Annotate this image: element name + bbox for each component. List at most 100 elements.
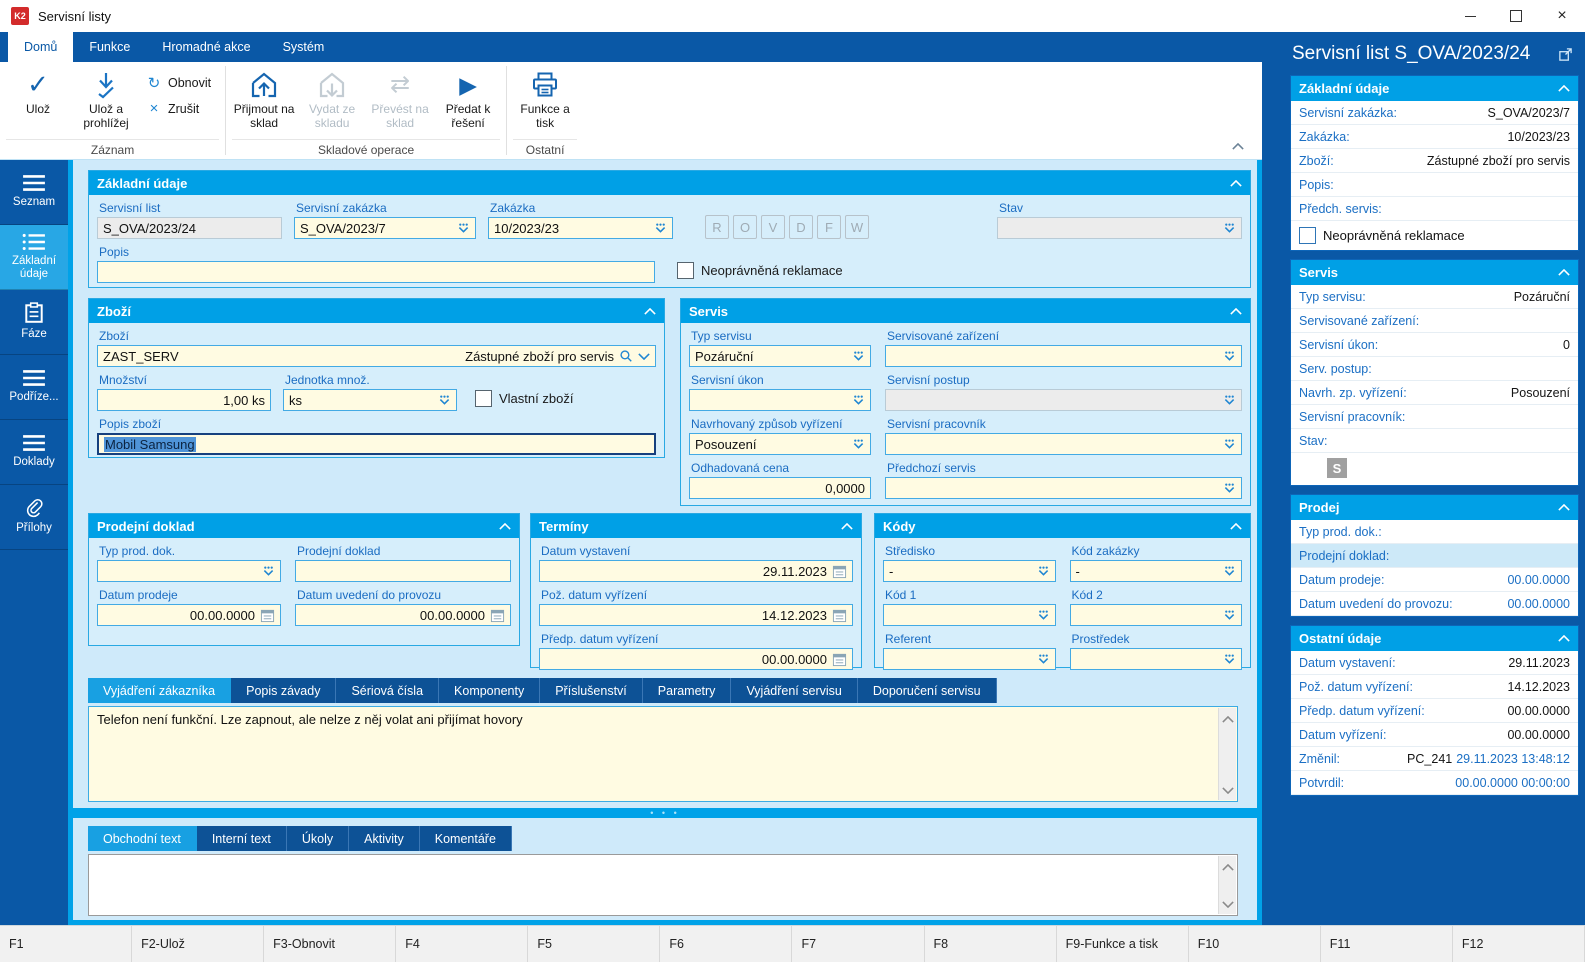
- chevron-up-icon[interactable]: [1558, 504, 1570, 511]
- fkey-f2[interactable]: F2-Ulož: [132, 926, 264, 962]
- chevron-up-icon[interactable]: [1230, 180, 1242, 187]
- dropdown-icon[interactable]: [438, 395, 451, 406]
- horizontal-splitter[interactable]: • • •: [73, 808, 1257, 818]
- sidebar-item-seznam[interactable]: Seznam: [0, 160, 68, 225]
- fkey-f3[interactable]: F3-Obnovit: [264, 926, 396, 962]
- scroll-down-icon[interactable]: [1222, 782, 1234, 797]
- goods-field[interactable]: ZAST_SERV Zástupné zboží pro servis: [97, 345, 656, 367]
- code2-field[interactable]: [1070, 604, 1243, 626]
- handover-button[interactable]: ▶ Předat k řešení: [434, 64, 502, 139]
- sale-date-field[interactable]: 00.00.0000: [97, 604, 281, 626]
- dropdown-icon[interactable]: [1037, 654, 1050, 665]
- sidebar-item-faze[interactable]: Fáze: [0, 290, 68, 355]
- scroll-up-icon[interactable]: [1222, 711, 1234, 726]
- service-procedure-field[interactable]: [885, 389, 1242, 411]
- serviced-device-field[interactable]: [885, 345, 1242, 367]
- fkey-f1[interactable]: F1: [0, 926, 132, 962]
- quantity-field[interactable]: 1,00 ks: [97, 389, 271, 411]
- service-worker-field[interactable]: [885, 433, 1242, 455]
- service-type-field[interactable]: Pozáruční: [689, 345, 871, 367]
- fkey-f10[interactable]: F10: [1189, 926, 1321, 962]
- chevron-down-icon[interactable]: [638, 353, 650, 360]
- operation-date-field[interactable]: 00.00.0000: [295, 604, 511, 626]
- sidebar-item-zakladni-udaje[interactable]: Základní údaje: [0, 225, 68, 290]
- previous-service-field[interactable]: [885, 477, 1242, 499]
- sales-doc-field[interactable]: [295, 560, 511, 582]
- fkey-f7[interactable]: F7: [792, 926, 924, 962]
- service-task-field[interactable]: [689, 389, 871, 411]
- open-in-window-icon[interactable]: [1558, 47, 1573, 62]
- referent-field[interactable]: [883, 648, 1056, 670]
- dropdown-icon[interactable]: [1223, 351, 1236, 362]
- search-icon[interactable]: [619, 349, 633, 363]
- business-text-textarea[interactable]: [88, 854, 1238, 916]
- calendar-icon[interactable]: [490, 608, 505, 623]
- fkey-f12[interactable]: F12: [1453, 926, 1585, 962]
- chevron-up-icon[interactable]: [841, 523, 853, 530]
- dropdown-icon[interactable]: [1037, 566, 1050, 577]
- dropdown-icon[interactable]: [852, 395, 865, 406]
- textarea-scrollbar[interactable]: [1218, 708, 1236, 800]
- ribbon-tab-system[interactable]: Systém: [267, 32, 341, 62]
- functions-print-button[interactable]: Funkce a tisk: [511, 64, 579, 139]
- order-code-field[interactable]: -: [1070, 560, 1243, 582]
- save-button[interactable]: ✓ Ulož: [4, 64, 72, 139]
- tab-interni-text[interactable]: Interní text: [197, 826, 287, 851]
- refresh-button[interactable]: ↻ Obnovit: [146, 74, 211, 92]
- sidebar-item-doklady[interactable]: Doklady: [0, 420, 68, 485]
- dropdown-icon[interactable]: [852, 351, 865, 362]
- dropdown-icon[interactable]: [1223, 439, 1236, 450]
- chevron-up-icon[interactable]: [644, 308, 656, 315]
- tab-doporuceni-servisu[interactable]: Doporučení servisu: [858, 678, 997, 703]
- unit-field[interactable]: ks: [283, 389, 457, 411]
- service-sheet-field[interactable]: S_OVA/2023/24: [97, 217, 282, 239]
- ribbon-tab-funkce[interactable]: Funkce: [73, 32, 146, 62]
- ribbon-collapse-icon[interactable]: [1232, 138, 1244, 153]
- tab-obchodni-text[interactable]: Obchodní text: [88, 826, 197, 851]
- chevron-up-icon[interactable]: [499, 523, 511, 530]
- scroll-up-icon[interactable]: [1222, 859, 1234, 874]
- chevron-up-icon[interactable]: [1230, 308, 1242, 315]
- dropdown-icon[interactable]: [852, 439, 865, 450]
- chevron-up-icon[interactable]: [1558, 635, 1570, 642]
- dropdown-icon[interactable]: [1223, 610, 1236, 621]
- dropdown-icon[interactable]: [1223, 654, 1236, 665]
- dropdown-icon[interactable]: [262, 566, 275, 577]
- goods-description-field[interactable]: Mobil Samsung: [97, 433, 656, 455]
- fkey-f8[interactable]: F8: [925, 926, 1057, 962]
- description-field[interactable]: [97, 261, 655, 283]
- dropdown-icon[interactable]: [1223, 395, 1236, 406]
- sidebar-item-prilohy[interactable]: Přílohy: [0, 485, 68, 550]
- dropdown-icon[interactable]: [1223, 223, 1236, 234]
- tab-ukoly[interactable]: Úkoly: [287, 826, 349, 851]
- dropdown-icon[interactable]: [1223, 483, 1236, 494]
- estimated-date-field[interactable]: 00.00.0000: [539, 648, 853, 670]
- minimize-button[interactable]: [1447, 0, 1493, 32]
- tab-parametry[interactable]: Parametry: [643, 678, 732, 703]
- maximize-button[interactable]: [1493, 0, 1539, 32]
- customer-statement-textarea[interactable]: Telefon není funkční. Lze zapnout, ale n…: [88, 706, 1238, 802]
- sales-doc-type-field[interactable]: [97, 560, 281, 582]
- chevron-up-icon[interactable]: [1558, 85, 1570, 92]
- dropdown-icon[interactable]: [1223, 566, 1236, 577]
- resource-field[interactable]: [1070, 648, 1243, 670]
- fkey-f11[interactable]: F11: [1321, 926, 1453, 962]
- transfer-to-stock-button[interactable]: ⇄ Převést na sklad: [366, 64, 434, 139]
- calendar-icon[interactable]: [832, 652, 847, 667]
- save-and-view-button[interactable]: Ulož a prohlížej: [72, 64, 140, 139]
- code1-field[interactable]: [883, 604, 1056, 626]
- estimated-price-field[interactable]: 0,0000: [689, 477, 871, 499]
- own-goods-checkbox[interactable]: [475, 390, 492, 407]
- proposed-resolution-field[interactable]: Posouzení: [689, 433, 871, 455]
- tab-vyjadreni-zakaznika[interactable]: Vyjádření zákazníka: [88, 678, 231, 703]
- chevron-up-icon[interactable]: [1558, 269, 1570, 276]
- service-order-field[interactable]: S_OVA/2023/7: [294, 217, 476, 239]
- close-button[interactable]: ×: [1539, 0, 1585, 32]
- order-field[interactable]: 10/2023/23: [488, 217, 673, 239]
- cancel-button[interactable]: × Zrušit: [146, 100, 211, 117]
- issue-from-stock-button[interactable]: Vydat ze skladu: [298, 64, 366, 139]
- fkey-f6[interactable]: F6: [660, 926, 792, 962]
- fkey-f5[interactable]: F5: [528, 926, 660, 962]
- center-field[interactable]: -: [883, 560, 1056, 582]
- requested-date-field[interactable]: 14.12.2023: [539, 604, 853, 626]
